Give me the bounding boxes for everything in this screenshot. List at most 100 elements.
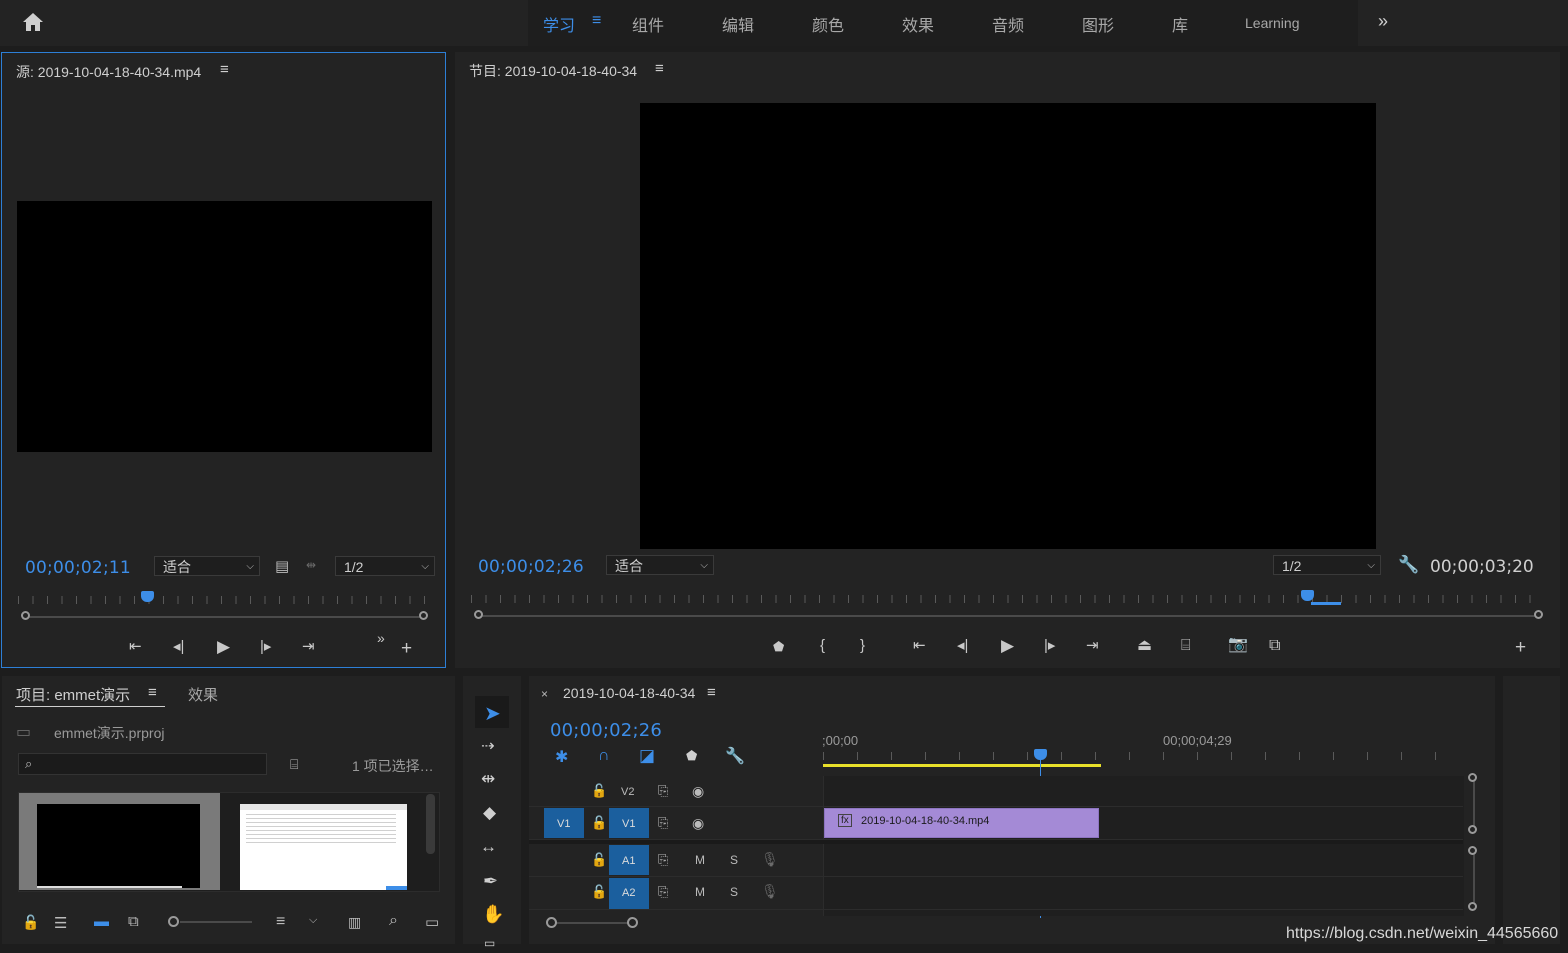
workspace-tab-color[interactable]: 颜色 xyxy=(812,12,844,36)
horizontal-scroll-left-handle[interactable] xyxy=(546,917,557,928)
folder-up-icon[interactable]: ▭ xyxy=(16,722,31,742)
track-label-v2[interactable]: V2 xyxy=(621,786,634,798)
double-chevron-right-icon[interactable]: » xyxy=(1378,11,1388,32)
comparison-view-icon[interactable]: ⧉ xyxy=(1269,638,1280,654)
program-monitor-title[interactable]: 节目: 2019-10-04-18-40-34 xyxy=(469,61,637,81)
clip-thumbnail[interactable] xyxy=(240,804,407,890)
program-fit-dropdown[interactable]: 适合 ⌵ xyxy=(606,555,714,575)
sync-lock-icon[interactable]: ⎘ xyxy=(658,815,668,831)
hamburger-icon[interactable]: ≡ xyxy=(592,12,601,30)
sync-lock-icon[interactable]: ⎘ xyxy=(658,852,668,868)
workspace-tab-learn[interactable]: 学习 xyxy=(543,12,575,36)
mark-in-icon[interactable]: { xyxy=(820,638,825,653)
sort-icon[interactable]: ≡ xyxy=(276,913,285,931)
selection-tool-icon[interactable]: ➤ xyxy=(484,701,501,726)
panel-menu-icon[interactable]: ≡ xyxy=(707,684,716,701)
find-icon[interactable]: ⌸ xyxy=(290,756,298,773)
slip-tool-icon[interactable]: ↔ xyxy=(480,837,497,857)
go-to-in-icon[interactable]: ⇤ xyxy=(129,639,142,654)
extract-icon[interactable]: ⌸ xyxy=(1181,638,1191,654)
chevron-down-icon[interactable]: ⌵ xyxy=(309,914,317,927)
pen-tool-icon[interactable]: ✒ xyxy=(483,871,498,892)
list-view-icon[interactable]: ☰ xyxy=(54,914,67,932)
project-scrollbar[interactable] xyxy=(426,794,435,854)
lock-icon[interactable]: 🔓 xyxy=(591,884,607,900)
video-track-scrollbar[interactable] xyxy=(1473,779,1475,831)
camera-icon[interactable]: 📷 xyxy=(1228,637,1248,653)
source-playhead[interactable] xyxy=(141,591,154,602)
lock-icon[interactable]: 🔓 xyxy=(591,815,607,831)
program-zoom-right-handle[interactable] xyxy=(1534,610,1543,619)
lock-icon[interactable]: 🔓 xyxy=(591,852,607,868)
program-time-ruler[interactable] xyxy=(471,595,1543,603)
add-marker-icon[interactable]: ⬟ xyxy=(773,640,784,653)
nest-icon[interactable]: ✱ xyxy=(555,747,568,767)
new-bin-icon[interactable]: ▭ xyxy=(425,913,439,931)
program-zoom-bar[interactable] xyxy=(479,615,1539,617)
film-strip-icon[interactable]: ▤ xyxy=(275,557,289,575)
workspace-tab-assembly[interactable]: 组件 xyxy=(632,12,664,36)
workspace-tab-graphics[interactable]: 图形 xyxy=(1082,12,1114,36)
audio-scroll-top-handle[interactable] xyxy=(1468,846,1477,855)
workspace-tab-effects[interactable]: 效果 xyxy=(902,12,934,36)
timeline-timecode[interactable]: 00;00;02;26 xyxy=(550,720,662,741)
solo-button[interactable]: S xyxy=(730,885,738,899)
program-timecode[interactable]: 00;00;02;26 xyxy=(478,557,584,577)
eye-icon[interactable]: ◉ xyxy=(692,815,704,832)
track-select-tool-icon[interactable]: ⇢ xyxy=(481,736,494,756)
tab-effects[interactable]: 效果 xyxy=(188,684,218,705)
step-back-icon[interactable]: ◂| xyxy=(173,639,184,654)
eye-icon[interactable]: ◉ xyxy=(692,783,704,800)
timeline-title[interactable]: 2019-10-04-18-40-34 xyxy=(563,685,695,701)
sync-lock-icon[interactable]: ⎘ xyxy=(658,884,668,900)
audio-track-scrollbar[interactable] xyxy=(1473,852,1475,906)
home-icon[interactable] xyxy=(22,12,44,32)
audio-scroll-bottom-handle[interactable] xyxy=(1468,902,1477,911)
timeline-playhead-handle[interactable] xyxy=(1034,749,1047,760)
hand-tool-icon[interactable]: ✋ xyxy=(482,904,504,925)
add-marker-icon[interactable]: ⬟ xyxy=(686,748,697,764)
workspace-tab-audio[interactable]: 音频 xyxy=(992,12,1024,36)
zoom-slider-handle[interactable] xyxy=(168,916,179,927)
step-forward-icon[interactable]: |▸ xyxy=(1044,638,1055,653)
linked-selection-icon[interactable]: ◪ xyxy=(639,746,655,766)
lift-icon[interactable]: ⏏ xyxy=(1137,638,1152,654)
sync-lock-icon[interactable]: ⎘ xyxy=(658,783,668,799)
panel-menu-icon[interactable]: ≡ xyxy=(148,684,157,701)
mute-button[interactable]: M xyxy=(695,885,705,899)
razor-tool-icon[interactable]: ◆ xyxy=(483,803,496,823)
add-button-icon[interactable]: + xyxy=(1515,638,1526,657)
play-icon[interactable]: ▶ xyxy=(217,638,230,655)
type-tool-icon[interactable]: ▭ xyxy=(484,936,495,950)
work-area-bar[interactable] xyxy=(823,764,1101,767)
step-forward-icon[interactable]: |▸ xyxy=(260,639,271,654)
workspace-tab-editing[interactable]: 编辑 xyxy=(722,12,754,36)
wrench-icon[interactable]: 🔧 xyxy=(725,746,745,766)
horizontal-scroll-right-handle[interactable] xyxy=(627,917,638,928)
ripple-edit-tool-icon[interactable]: ⇹ xyxy=(481,769,495,789)
mute-button[interactable]: M xyxy=(695,853,705,867)
program-zoom-left-handle[interactable] xyxy=(474,610,483,619)
source-zoom-bar[interactable] xyxy=(26,616,424,618)
source-monitor-title[interactable]: 源: 2019-10-04-18-40-34.mp4 xyxy=(16,62,201,82)
close-icon[interactable]: × xyxy=(541,687,548,701)
wrench-icon[interactable]: 🔧 xyxy=(1398,555,1419,575)
zoom-slider-track[interactable] xyxy=(180,921,252,923)
insert-overwrite-icon[interactable]: ⇹ xyxy=(306,558,316,572)
sequence-thumbnail[interactable] xyxy=(19,793,220,890)
mark-out-icon[interactable]: } xyxy=(860,638,865,653)
play-icon[interactable]: ▶ xyxy=(1001,637,1014,654)
video-scroll-bottom-handle[interactable] xyxy=(1468,825,1477,834)
go-to-out-icon[interactable]: ⇥ xyxy=(1086,638,1099,653)
solo-button[interactable]: S xyxy=(730,853,738,867)
video-scroll-top-handle[interactable] xyxy=(1468,773,1477,782)
microphone-icon[interactable]: 🎙 xyxy=(761,883,779,900)
source-time-ruler[interactable] xyxy=(18,596,430,604)
lock-icon[interactable]: 🔓 xyxy=(22,914,39,931)
search-input[interactable]: ⌕ xyxy=(18,753,267,775)
video-clip[interactable]: fx 2019-10-04-18-40-34.mp4 xyxy=(824,808,1099,838)
find-icon[interactable]: ⌕ xyxy=(389,912,398,930)
tab-project[interactable]: 项目: emmet演示 xyxy=(16,684,130,705)
timeline-ruler[interactable] xyxy=(823,752,1463,760)
source-timecode[interactable]: 00;00;02;11 xyxy=(25,558,131,578)
